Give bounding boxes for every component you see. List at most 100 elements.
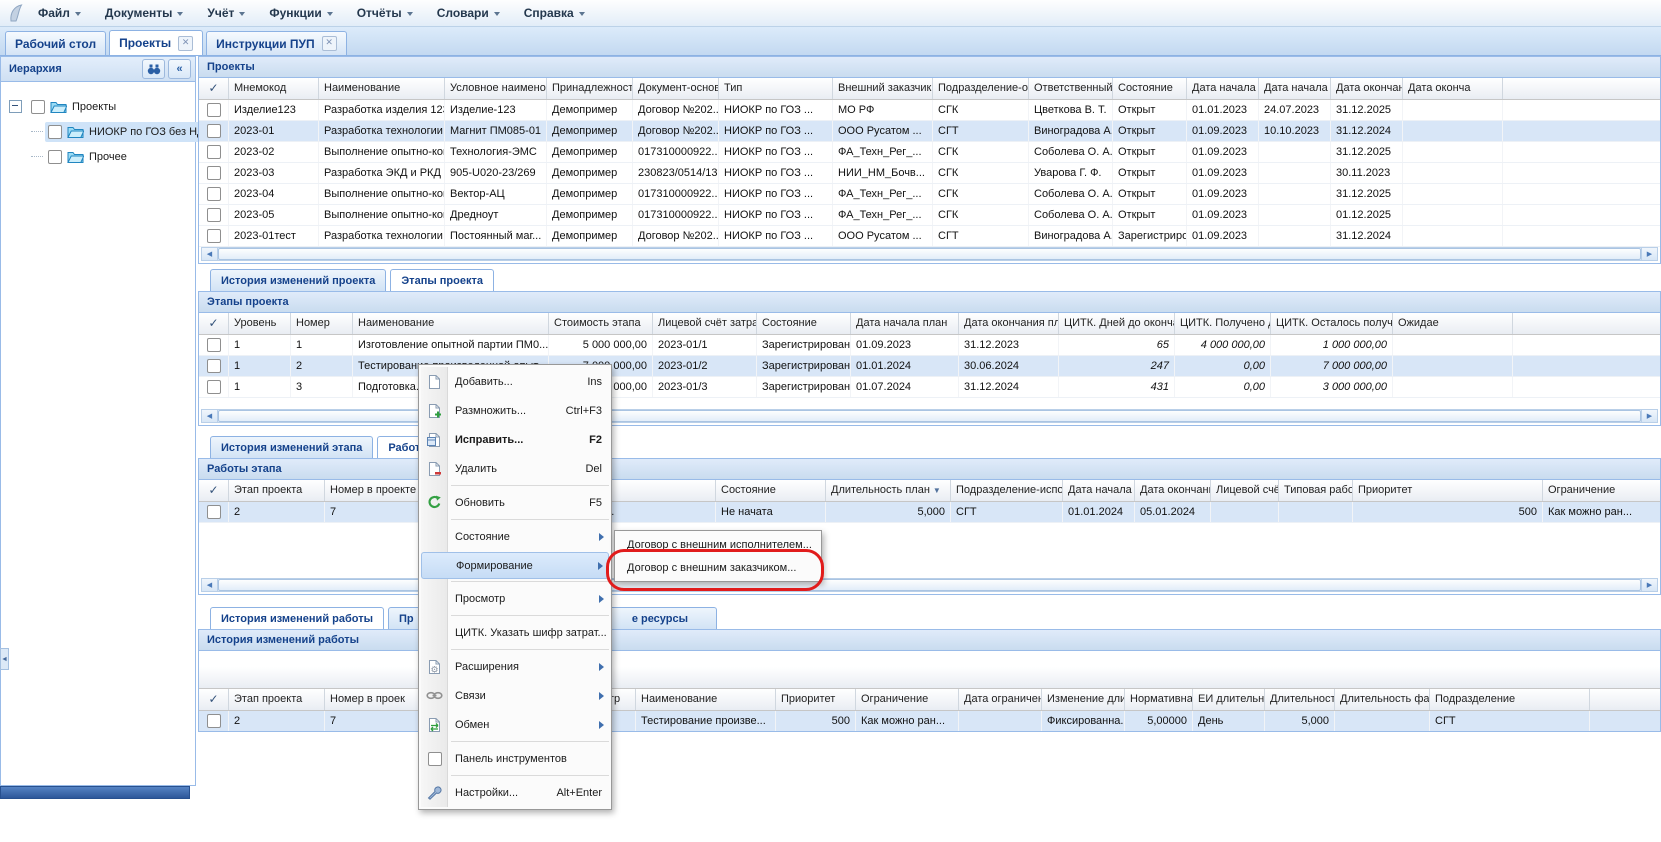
context-menu-item[interactable]: УдалитьDel <box>421 454 609 483</box>
column-header[interactable]: Уровень <box>229 313 291 334</box>
column-header[interactable]: Мнемокод <box>229 78 319 99</box>
workspace-tab[interactable]: Инструкции ПУП✕ <box>206 31 346 55</box>
context-menu-item[interactable]: Настройки...Alt+Enter <box>421 778 609 807</box>
column-header[interactable]: Наименование <box>353 313 549 334</box>
column-header[interactable]: Дата начала план. <box>1063 480 1135 501</box>
scroll-left-icon[interactable]: ◀ <box>202 579 218 591</box>
row-checkbox[interactable] <box>207 505 221 519</box>
tree-node-inner[interactable]: Проекты <box>28 97 122 117</box>
section-tab[interactable]: История изменений проекта <box>210 269 386 291</box>
context-menu-item[interactable]: ЦИТК. Указать шифр затрат... <box>421 618 609 647</box>
scroll-left-icon[interactable]: ◀ <box>202 410 218 422</box>
column-header[interactable]: Лицевой счёт затрат. <box>653 313 757 334</box>
column-header[interactable]: Ограничение <box>1543 480 1661 501</box>
select-all-header[interactable]: ✓ <box>199 313 229 334</box>
tree-checkbox[interactable] <box>48 125 62 139</box>
column-header[interactable]: Условное наименова <box>445 78 547 99</box>
column-header[interactable]: Этап проекта <box>229 480 325 501</box>
column-header[interactable]: Дата окончания план <box>1135 480 1211 501</box>
context-menu-item[interactable]: Состояние <box>421 522 609 551</box>
column-header[interactable]: Ответственный <box>1029 78 1113 99</box>
column-header[interactable]: Номер <box>291 313 353 334</box>
menu-1[interactable]: Файл <box>38 6 81 20</box>
tree-node[interactable]: Прочее <box>9 144 191 169</box>
column-header[interactable]: Дата начала план. <box>1187 78 1259 99</box>
collapse-sidebar-icon[interactable]: « <box>168 59 191 79</box>
column-header[interactable]: Принадлежность <box>547 78 633 99</box>
column-header[interactable]: Типовая работа <box>1279 480 1353 501</box>
row-checkbox[interactable] <box>207 208 221 222</box>
close-icon[interactable]: ✕ <box>322 36 337 51</box>
row-checkbox[interactable] <box>207 166 221 180</box>
workspace-tab[interactable]: Проекты✕ <box>109 30 203 55</box>
column-header[interactable]: Изменение длител <box>1042 689 1125 710</box>
column-header[interactable]: Стоимость этапа <box>549 313 653 334</box>
column-header[interactable]: ЦИТК. Получено д/с <box>1175 313 1271 334</box>
row-checkbox[interactable] <box>207 338 221 352</box>
select-all-header[interactable]: ✓ <box>199 480 229 501</box>
column-header[interactable]: Этап проекта <box>229 689 325 710</box>
column-header[interactable]: Состояние <box>1113 78 1187 99</box>
column-header[interactable]: Дата начала факт <box>1259 78 1331 99</box>
row-checkbox[interactable] <box>207 145 221 159</box>
table-row[interactable]: 11Изготовление опытной партии ПМ0...5 00… <box>199 335 1660 356</box>
context-menu-item[interactable]: Панель инструментов <box>421 744 609 773</box>
scroll-right-icon[interactable]: ▶ <box>1641 248 1657 260</box>
column-header[interactable]: Приоритет <box>1353 480 1543 501</box>
column-header[interactable]: Длительность фак <box>1335 689 1430 710</box>
menu-7[interactable]: Справка <box>524 6 585 20</box>
section-tab[interactable]: История изменений этапа <box>210 436 373 458</box>
column-header[interactable]: Документ-основан <box>633 78 719 99</box>
context-menu-item[interactable]: Связи <box>421 681 609 710</box>
column-header[interactable]: Состояние <box>757 313 851 334</box>
context-menu-item[interactable]: Исправить...F2 <box>421 425 609 454</box>
column-header[interactable]: Подразделение <box>1430 689 1590 710</box>
table-row[interactable]: Изделие123Разработка изделия 123Изделие-… <box>199 100 1660 121</box>
tree-node-inner[interactable]: НИОКР по ГОЗ без НДС <box>45 122 218 142</box>
column-header[interactable]: Ожидае <box>1393 313 1513 334</box>
menu-5[interactable]: Отчёты <box>357 6 413 20</box>
column-header[interactable]: Нормативная длит <box>1125 689 1193 710</box>
context-menu-item[interactable]: Формирование <box>421 552 609 579</box>
tree-checkbox[interactable] <box>48 150 62 164</box>
select-all-header[interactable]: ✓ <box>199 689 229 710</box>
tree-checkbox[interactable] <box>31 100 45 114</box>
column-header[interactable]: Номер в проекте <box>325 480 421 501</box>
column-header[interactable]: Длительность пла <box>1265 689 1335 710</box>
column-header[interactable]: Внешний заказчик <box>833 78 933 99</box>
column-header[interactable]: Длительность план▼ <box>826 480 951 501</box>
tree-node[interactable]: НИОКР по ГОЗ без НДС <box>9 119 191 144</box>
table-row[interactable]: 2023-04Выполнение опытно-конс...Вектор-А… <box>199 184 1660 205</box>
workspace-tab[interactable]: Рабочий стол <box>5 31 106 55</box>
column-header[interactable]: Состояние <box>716 480 826 501</box>
collapse-expander-icon[interactable] <box>9 100 22 113</box>
column-header[interactable]: Номер в проек <box>325 689 421 710</box>
select-all-header[interactable]: ✓ <box>199 78 229 99</box>
find-icon[interactable] <box>142 59 165 79</box>
row-checkbox[interactable] <box>207 124 221 138</box>
context-menu-item[interactable]: ОбновитьF5 <box>421 488 609 517</box>
table-row[interactable]: 2023-03Разработка ЭКД и РКД н...905-U020… <box>199 163 1660 184</box>
row-checkbox[interactable] <box>207 714 221 728</box>
row-checkbox[interactable] <box>207 380 221 394</box>
column-header[interactable]: Подразделение-исполнитель.. <box>951 480 1063 501</box>
column-header[interactable]: Лицевой счёт затр <box>1211 480 1279 501</box>
row-checkbox[interactable] <box>207 187 221 201</box>
collapse-handle-icon[interactable]: ◄ <box>0 648 9 670</box>
column-header[interactable]: Дата начала план <box>851 313 959 334</box>
column-header[interactable]: Подразделение-от <box>933 78 1029 99</box>
column-header[interactable]: Дата оконча <box>1403 78 1503 99</box>
menu-2[interactable]: Документы <box>105 6 183 20</box>
tree-node-label[interactable]: НИОКР по ГОЗ без НДС <box>89 126 212 138</box>
table-row[interactable]: 2023-02Выполнение опытно-конс...Технолог… <box>199 142 1660 163</box>
column-header[interactable]: Дата ограничения <box>959 689 1042 710</box>
tree-node-label[interactable]: Проекты <box>72 101 116 113</box>
tree-node-label[interactable]: Прочее <box>89 151 127 163</box>
table-row[interactable]: 2023-01тестРазработка технологии и...Пос… <box>199 226 1660 247</box>
menu-6[interactable]: Словари <box>437 6 500 20</box>
table-row[interactable]: 2023-01Разработка технологии и...Магнит … <box>199 121 1660 142</box>
column-header[interactable]: Ограничение <box>856 689 959 710</box>
tree-node[interactable]: Проекты <box>9 94 191 119</box>
row-checkbox[interactable] <box>207 359 221 373</box>
column-header[interactable]: Наименование <box>319 78 445 99</box>
